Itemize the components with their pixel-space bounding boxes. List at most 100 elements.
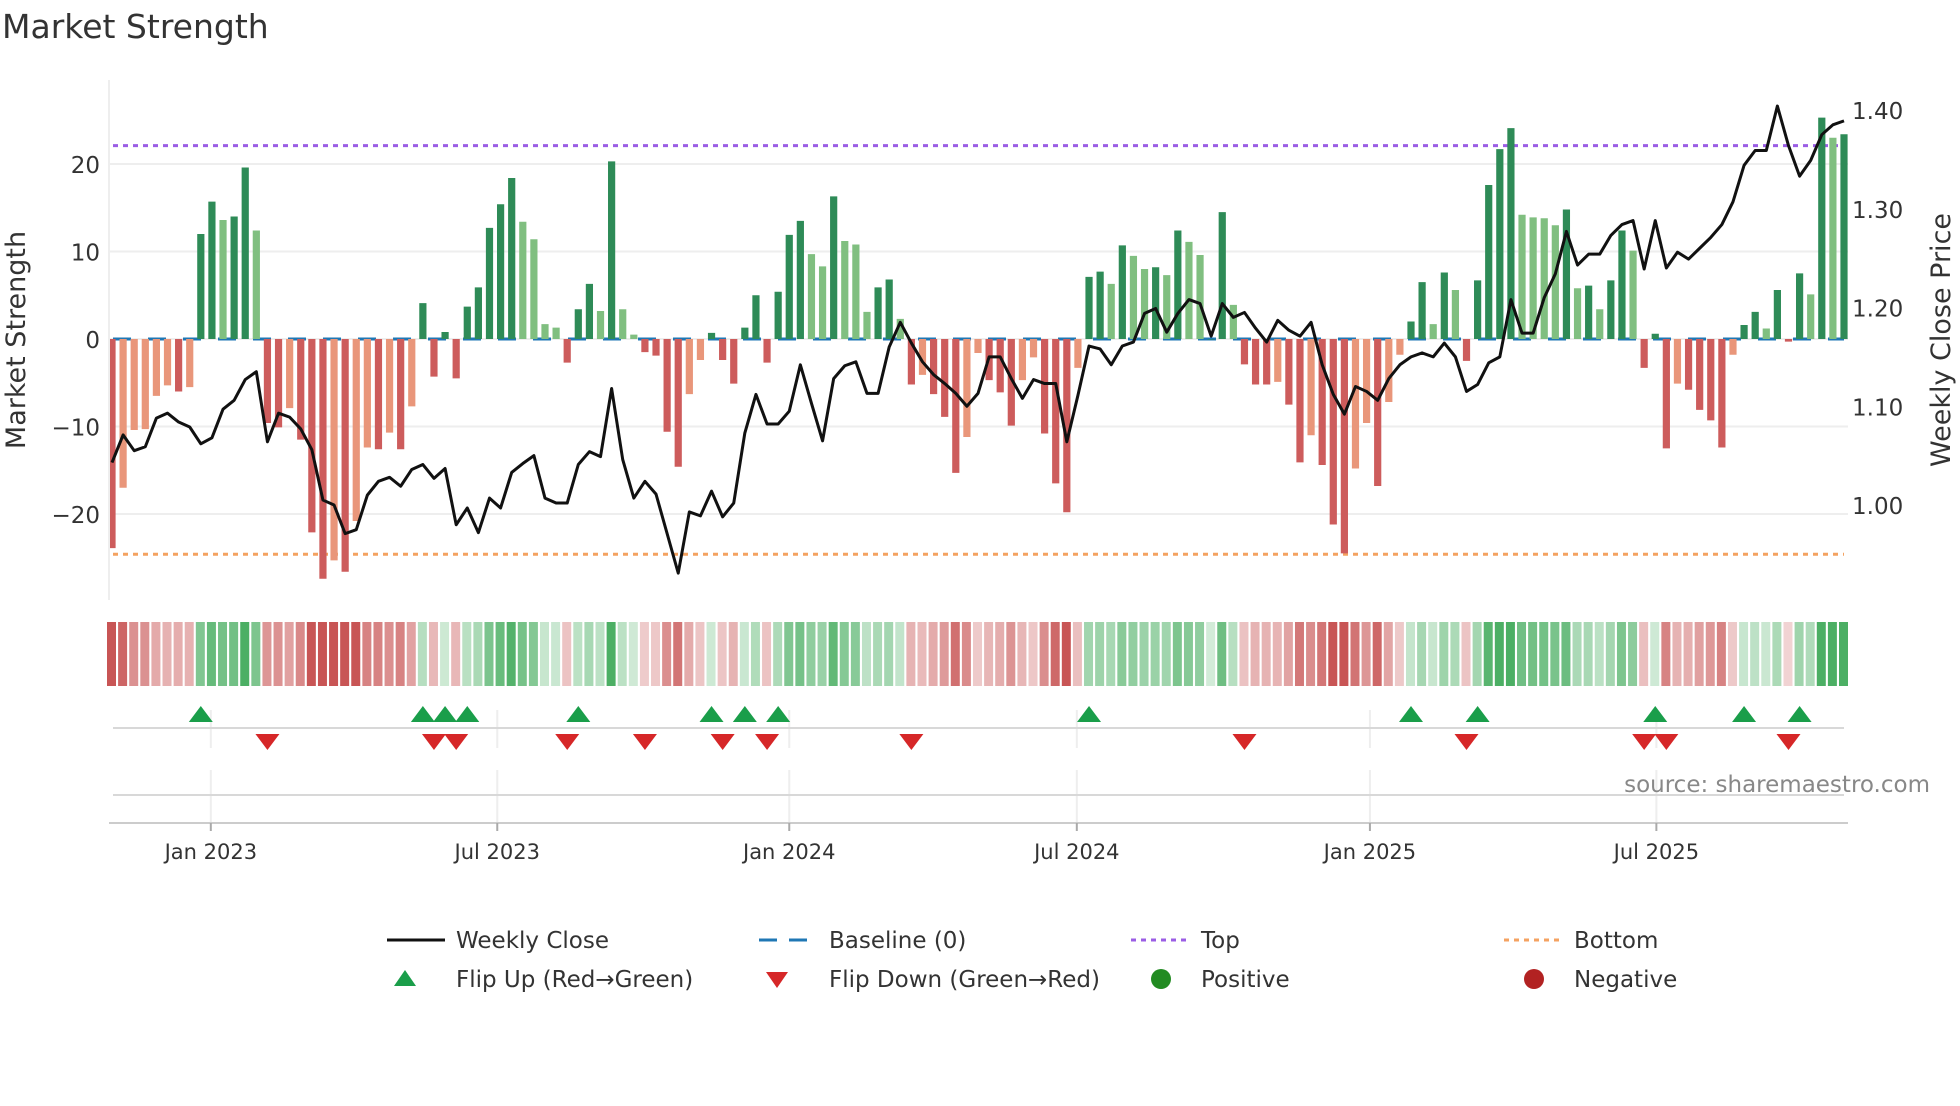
strength-bars — [108, 117, 1848, 579]
heat-cell — [1161, 622, 1171, 686]
strength-bar — [1651, 333, 1659, 339]
strength-bar — [685, 339, 693, 395]
strength-bar — [1074, 339, 1082, 368]
heat-cell — [362, 622, 372, 686]
x-tick-label: Jan 2024 — [741, 840, 836, 864]
legend-flip-up-label: Flip Up (Red→Green) — [456, 967, 693, 993]
heat-cell — [1605, 622, 1615, 686]
heat-cell — [395, 622, 405, 686]
heat-cell — [1039, 622, 1049, 686]
heat-cell — [1472, 622, 1482, 686]
heat-cell — [1816, 622, 1826, 686]
source-credit: source: sharemaestro.com — [1624, 772, 1930, 798]
heat-cell — [517, 622, 527, 686]
strength-bar — [1462, 339, 1471, 361]
strength-bar — [485, 227, 494, 339]
strength-bar — [852, 244, 860, 339]
strength-bar — [1307, 339, 1315, 436]
heat-cell — [895, 622, 905, 686]
strength-bar — [385, 339, 394, 433]
strength-bar — [1684, 339, 1693, 390]
strength-bar — [608, 161, 616, 339]
heat-cell — [1339, 622, 1349, 686]
heat-cell — [1072, 622, 1082, 686]
strength-bar — [1185, 241, 1193, 339]
strength-bar — [1474, 280, 1482, 339]
legend-baseline-label: Baseline (0) — [829, 928, 966, 954]
strength-bar — [696, 339, 705, 360]
strength-bar — [1263, 339, 1271, 385]
strength-bar — [1607, 280, 1615, 339]
heat-cell — [1061, 622, 1071, 686]
strength-bar — [1107, 283, 1115, 339]
heat-cell — [684, 622, 694, 686]
heat-cell — [540, 622, 549, 686]
heat-cell — [917, 622, 927, 686]
heat-cell — [1739, 622, 1749, 686]
flip-down-icon — [421, 734, 446, 750]
strength-bar — [1795, 273, 1804, 339]
strength-bar — [530, 239, 538, 339]
strength-bar — [674, 339, 682, 467]
heat-cell — [317, 622, 327, 686]
heat-cell — [651, 622, 661, 686]
heat-cell — [884, 622, 894, 686]
y-tick-label: −20 — [51, 503, 100, 529]
strength-bar — [1296, 339, 1304, 463]
x-tick-label: Jan 2023 — [163, 840, 258, 864]
heat-cell — [628, 622, 638, 686]
heat-cell — [1628, 622, 1638, 686]
strength-bar — [397, 339, 405, 450]
heat-cell — [1261, 622, 1271, 686]
heat-cell — [1505, 622, 1515, 686]
legend-negative-icon — [1524, 969, 1544, 989]
heat-cell — [1372, 622, 1382, 686]
heat-cell — [1517, 622, 1527, 686]
heat-cell — [1827, 622, 1837, 686]
heat-cell — [1328, 622, 1338, 686]
heat-cell — [1772, 622, 1782, 686]
heat-cell — [1383, 622, 1393, 686]
heat-cell — [462, 622, 472, 686]
heat-cell — [1317, 622, 1327, 686]
x-tick-label: Jul 2023 — [453, 840, 540, 864]
strength-bar — [1018, 339, 1027, 381]
strength-bar — [1207, 339, 1215, 340]
strength-bar — [1196, 255, 1204, 339]
flip-up-icon — [766, 706, 791, 722]
heat-cell — [1639, 622, 1649, 686]
strength-bar — [519, 221, 527, 339]
heat-cell — [1361, 622, 1371, 686]
heat-cell — [129, 622, 139, 686]
heat-cell — [1661, 622, 1671, 686]
heat-cell — [340, 622, 350, 686]
heat-cell — [850, 622, 860, 686]
heat-cell — [551, 622, 561, 686]
strength-bar — [774, 291, 782, 339]
heat-cell — [1106, 622, 1116, 686]
heat-cell — [206, 622, 216, 686]
strength-bar — [508, 178, 516, 339]
heat-cell — [1583, 622, 1593, 686]
heat-cell — [1594, 622, 1604, 686]
strength-bar — [197, 234, 205, 339]
strength-bar — [363, 339, 371, 448]
heat-cell — [1439, 622, 1449, 686]
strength-bar — [707, 332, 716, 339]
y2-tick-label: 1.20 — [1852, 297, 1903, 323]
strength-bar — [330, 339, 338, 561]
strength-bar — [263, 339, 272, 423]
legend-negative-label: Negative — [1574, 967, 1677, 993]
strength-bar — [1429, 324, 1437, 339]
flip-up-icon — [455, 706, 480, 722]
strength-bar — [941, 339, 949, 417]
strength-bar — [1673, 339, 1682, 384]
axes: 20 10 0 −10 −20 1.40 1.30 1.20 1.10 1.00 Jan 2023 J… — [51, 80, 1903, 864]
heat-cell — [695, 622, 705, 686]
heat-cell — [162, 622, 172, 686]
heat-strip — [107, 622, 1848, 686]
heat-cell — [1650, 622, 1660, 686]
heat-cell — [1394, 622, 1404, 686]
strength-bar — [175, 339, 183, 392]
x-tick-label: Jul 2025 — [1612, 840, 1699, 864]
